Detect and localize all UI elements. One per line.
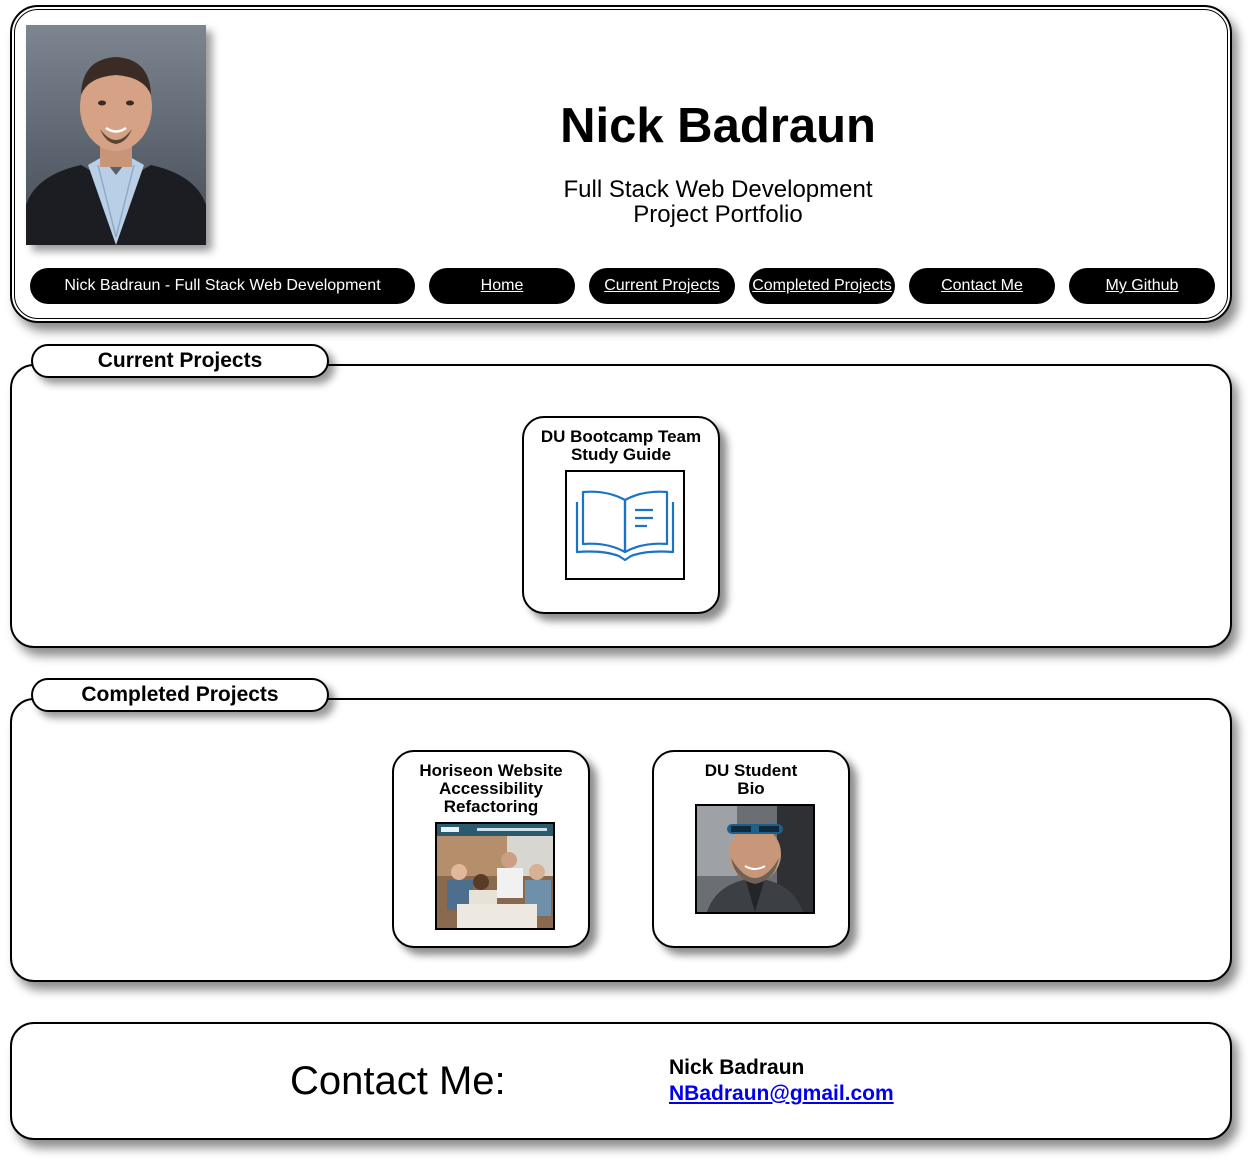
- completed-projects-section: Horiseon Website Accessibility Refactori…: [10, 698, 1232, 982]
- page-title: Nick Badraun: [560, 99, 876, 153]
- project-card-title: DU Student Bio: [704, 761, 798, 798]
- project-card-horiseon[interactable]: Horiseon Website Accessibility Refactori…: [392, 750, 590, 948]
- current-projects-heading: Current Projects: [31, 344, 329, 378]
- horiseon-screenshot-icon: [437, 824, 553, 928]
- page-subtitle: Full Stack Web Development Project Portf…: [412, 177, 1024, 227]
- current-projects-section: DU Bootcamp Team Study Guide: [10, 364, 1232, 648]
- nav-link-contact-me[interactable]: Contact Me: [909, 268, 1055, 304]
- contact-email-link[interactable]: NBadraun@gmail.com: [669, 1081, 894, 1107]
- nav-link-completed-projects[interactable]: Completed Projects: [749, 268, 895, 304]
- project-thumbnail: [695, 804, 815, 914]
- nav-link-my-github[interactable]: My Github: [1069, 268, 1215, 304]
- open-book-icon: [575, 490, 675, 562]
- project-thumbnail: [565, 470, 685, 580]
- nav-link-home[interactable]: Home: [429, 268, 575, 304]
- site-header: Nick Badraun Full Stack Web Development …: [10, 5, 1232, 323]
- title-block: Nick Badraun Full Stack Web Development …: [412, 99, 1024, 227]
- avatar: [26, 25, 206, 245]
- contact-heading: Contact Me:: [290, 1059, 506, 1103]
- completed-projects-heading: Completed Projects: [31, 678, 329, 712]
- student-photo-icon: [697, 806, 813, 912]
- subtitle-line-1: Full Stack Web Development: [563, 176, 873, 203]
- project-card-study-guide[interactable]: DU Bootcamp Team Study Guide: [522, 416, 720, 614]
- project-card-title: Horiseon Website Accessibility Refactori…: [419, 761, 563, 816]
- subtitle-line-2: Project Portfolio: [633, 201, 803, 228]
- project-card-student-bio[interactable]: DU Student Bio: [652, 750, 850, 948]
- nav-link-current-projects[interactable]: Current Projects: [589, 268, 735, 304]
- project-card-title: DU Bootcamp Team Study Guide: [540, 427, 702, 464]
- contact-section: Contact Me: Nick Badraun NBadraun@gmail.…: [10, 1022, 1232, 1140]
- main-nav: Nick Badraun - Full Stack Web Developmen…: [30, 268, 1220, 304]
- nav-brand[interactable]: Nick Badraun - Full Stack Web Developmen…: [30, 268, 415, 304]
- profile-photo-icon: [26, 57, 206, 245]
- contact-name: Nick Badraun: [669, 1056, 805, 1079]
- project-thumbnail: [435, 822, 555, 930]
